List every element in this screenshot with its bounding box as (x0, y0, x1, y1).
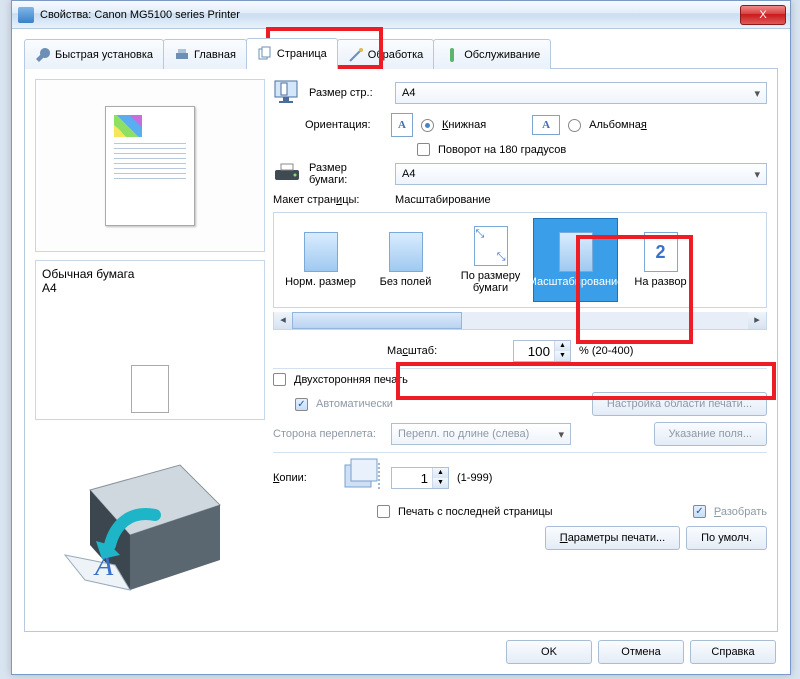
scale-label: Масштаб: (387, 345, 457, 357)
tab-strip: Быстрая установка Главная Страница Обраб… (24, 39, 778, 69)
page-panel: Обычная бумага A4 A (24, 68, 778, 632)
blank-sheet-icon (131, 365, 169, 413)
printer-icon (174, 47, 190, 63)
page-preview (35, 79, 265, 252)
copies-label: Копии: (273, 472, 333, 484)
layout-value: Масштабирование (395, 194, 491, 206)
portrait-radio[interactable] (421, 119, 434, 132)
paper-size-combo[interactable]: A4 (395, 163, 767, 185)
rotate180-label: Поворот на 180 градусов (438, 144, 566, 156)
collate-checkbox (693, 505, 706, 518)
scale-suffix: % (20-400) (579, 345, 633, 357)
window-title: Свойства: Canon MG5100 series Printer (40, 9, 740, 21)
scroll-right-arrow[interactable]: ▸ (748, 312, 766, 329)
preview-image-icon (114, 115, 142, 137)
duplex-label[interactable]: Двухсторонняя печать (294, 374, 408, 386)
tab-maintenance[interactable]: Обслуживание (433, 39, 551, 69)
from-last-label: Печать с последней страницы (398, 506, 553, 518)
tab-label: Страница (277, 48, 327, 60)
media-type: Обычная бумага (42, 267, 258, 281)
from-last-checkbox[interactable] (377, 505, 390, 518)
paper-size-label: Размер бумаги: (309, 162, 387, 186)
layout-scaled[interactable]: Масштабирование (533, 218, 618, 302)
tab-main[interactable]: Главная (163, 39, 247, 69)
landscape-radio[interactable] (568, 119, 581, 132)
print-area-button: Настройка области печати... (592, 392, 767, 416)
margin-button: Указание поля... (654, 422, 767, 446)
layout-strip: Норм. размер Без полей ⤡⤡По размеру бума… (273, 212, 767, 308)
scale-input[interactable] (514, 341, 554, 361)
auto-checkbox (295, 398, 308, 411)
tube-icon (444, 47, 460, 63)
printer-icon (18, 7, 34, 23)
bind-side-combo: Перепл. по длине (слева) (391, 423, 571, 445)
printer-small-icon (273, 162, 301, 186)
media-info-box: Обычная бумага A4 (35, 260, 265, 420)
close-button[interactable]: X (740, 5, 786, 25)
landscape-icon: A (532, 115, 560, 135)
auto-label: Автоматически (316, 398, 393, 410)
titlebar[interactable]: Свойства: Canon MG5100 series Printer X (12, 1, 790, 29)
landscape-label[interactable]: Альбомная (589, 119, 647, 131)
properties-dialog: Свойства: Canon MG5100 series Printer X … (11, 0, 791, 675)
copies-range: (1-999) (457, 472, 492, 484)
copies-icon (341, 457, 383, 499)
layout-scrollbar[interactable]: ◂ ▸ (273, 312, 767, 330)
pages-icon (257, 46, 273, 62)
bind-side-label: Сторона переплета: (273, 428, 383, 440)
printer-3d-icon: A (60, 450, 240, 600)
layout-normal[interactable]: Норм. размер (278, 218, 363, 302)
sheet-thumbnail (105, 106, 195, 226)
print-params-button[interactable]: Параметры печати... (545, 526, 680, 550)
orientation-label: Ориентация: (305, 119, 383, 131)
page-size-combo[interactable]: A4 (395, 82, 767, 104)
portrait-icon: A (391, 113, 413, 137)
tab-quick-setup[interactable]: Быстрая установка (24, 39, 164, 69)
printer-illustration: A (35, 428, 265, 621)
collate-label: Разобрать (714, 506, 767, 518)
layout-fit[interactable]: ⤡⤡По размеру бумаги (448, 218, 533, 302)
monitor-icon (273, 79, 301, 107)
rotate180-checkbox[interactable] (417, 143, 430, 156)
cancel-button[interactable]: Отмена (598, 640, 684, 664)
scale-spinner[interactable]: ▲▼ (513, 340, 571, 362)
defaults-button[interactable]: По умолч. (686, 526, 767, 550)
copies-input[interactable] (392, 468, 432, 488)
wand-icon (348, 47, 364, 63)
tab-label: Обслуживание (464, 49, 540, 61)
copies-spinner[interactable]: ▲▼ (391, 467, 449, 489)
tab-label: Быстрая установка (55, 49, 153, 61)
tab-label: Обработка (368, 49, 423, 61)
portrait-label[interactable]: Книжная (442, 119, 486, 131)
spin-down[interactable]: ▼ (433, 478, 448, 488)
ok-button[interactable]: OK (506, 640, 592, 664)
page-size-label: Размер стр.: (309, 87, 387, 99)
duplex-checkbox[interactable] (273, 373, 286, 386)
media-size: A4 (42, 281, 258, 295)
layout-poster[interactable]: 2На развор (618, 218, 703, 302)
tab-effects[interactable]: Обработка (337, 39, 434, 69)
tab-label: Главная (194, 49, 236, 61)
scroll-left-arrow[interactable]: ◂ (274, 312, 292, 329)
layout-borderless[interactable]: Без полей (363, 218, 448, 302)
tab-page[interactable]: Страница (246, 38, 338, 69)
help-button[interactable]: Справка (690, 640, 776, 664)
scroll-thumb[interactable] (292, 312, 462, 329)
layout-label: Макет страницы: (273, 194, 387, 206)
spin-down[interactable]: ▼ (555, 351, 570, 361)
spin-up[interactable]: ▲ (433, 468, 448, 478)
spin-up[interactable]: ▲ (555, 341, 570, 351)
wrench-icon (35, 47, 51, 63)
